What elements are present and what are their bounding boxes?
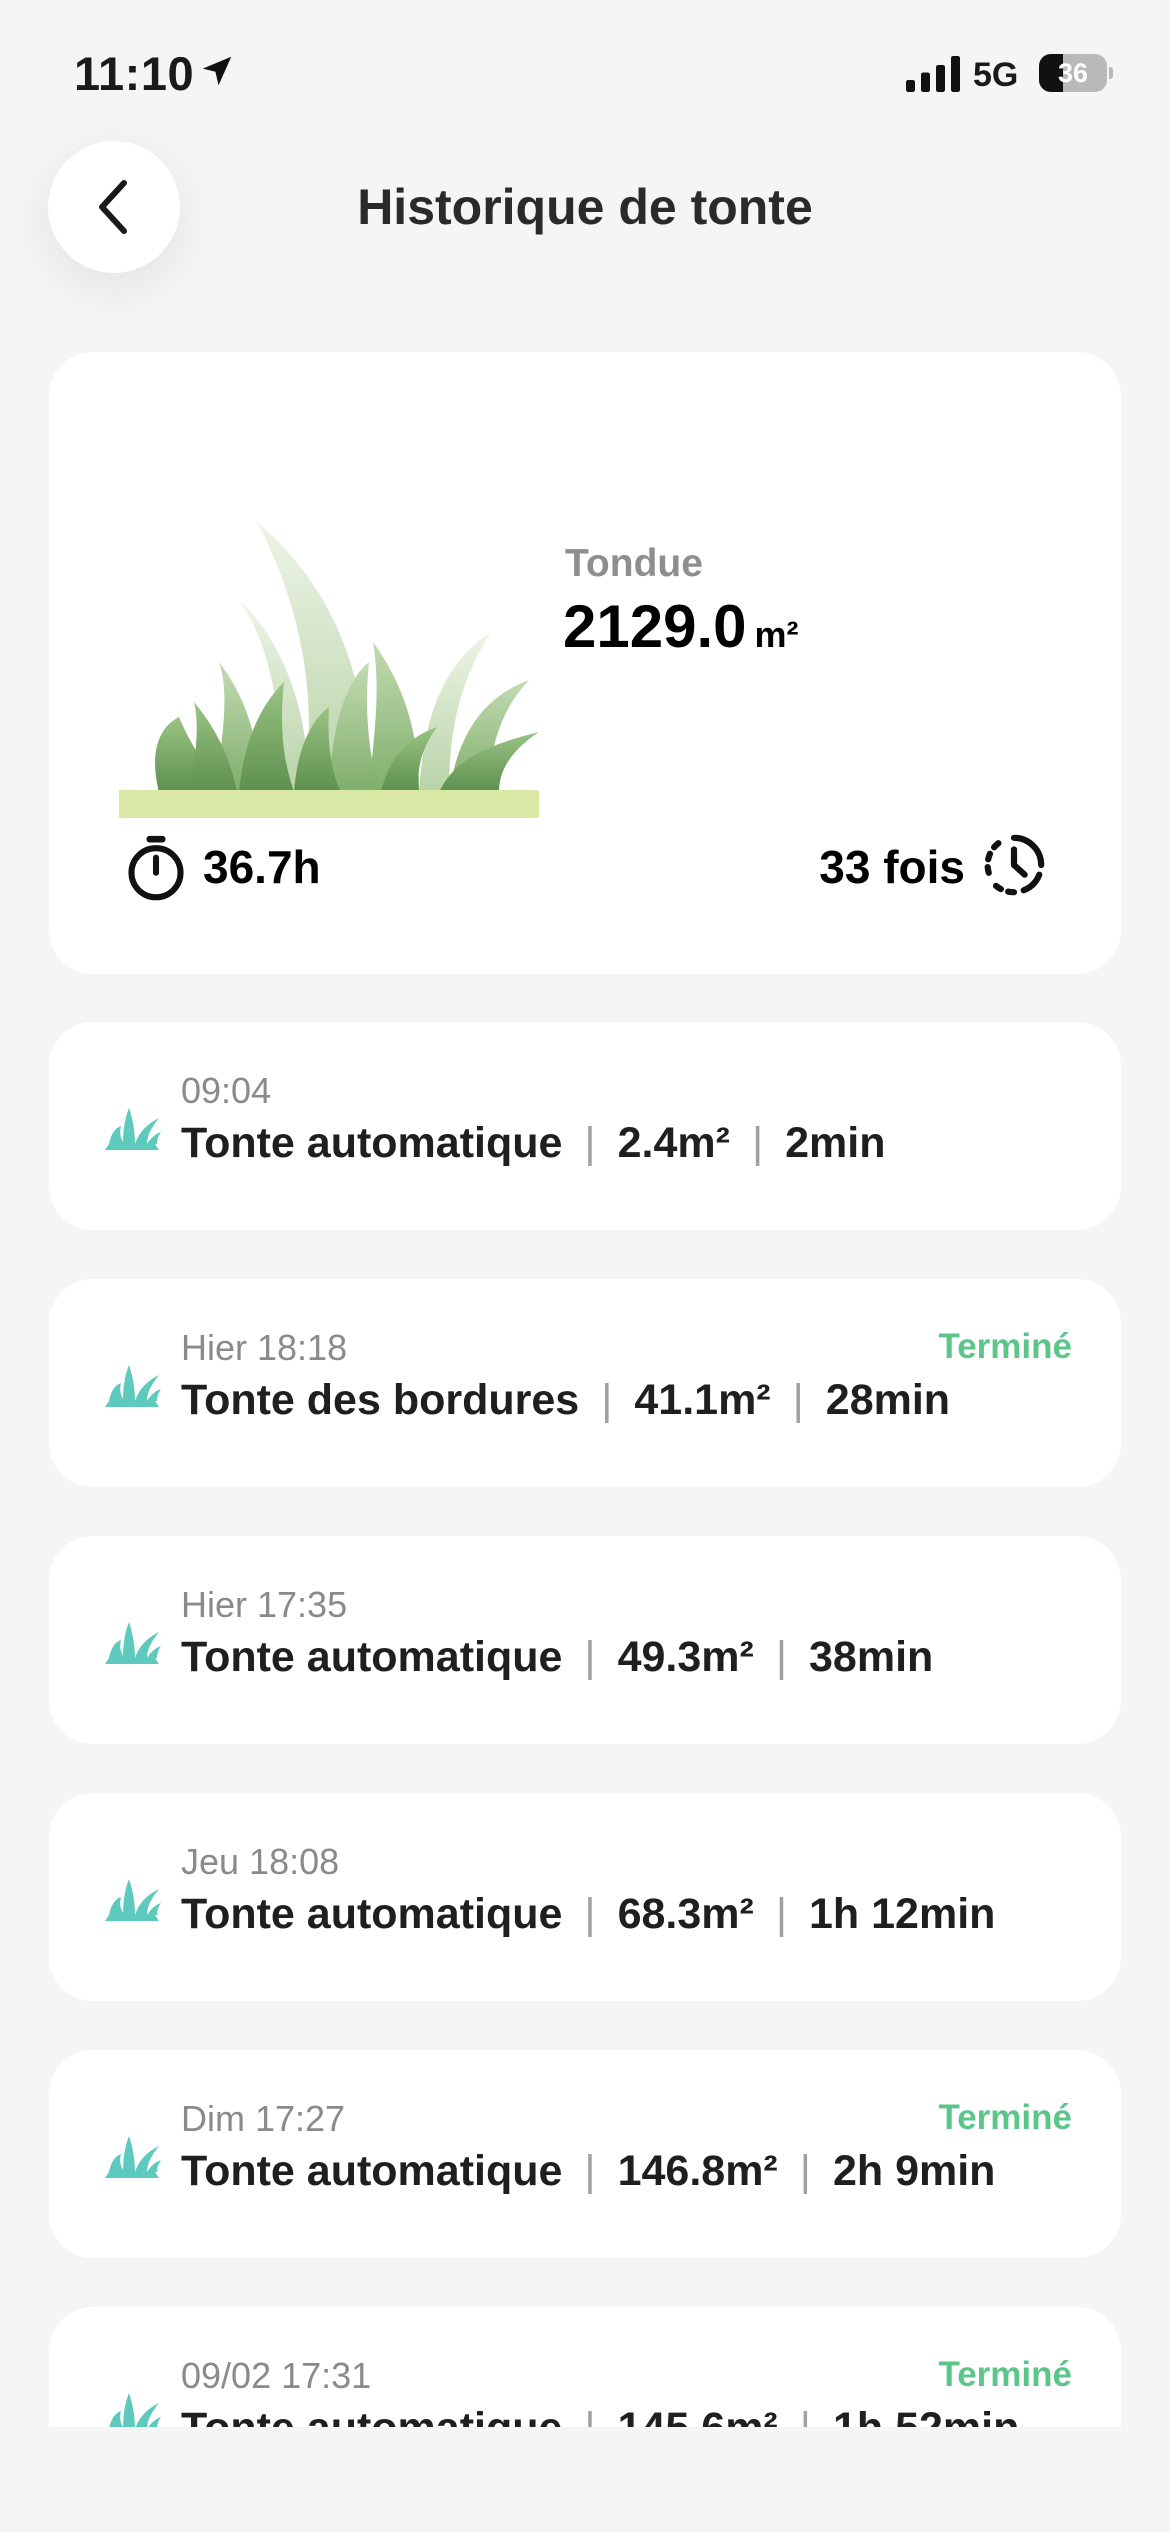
separator: | — [751, 1119, 764, 1167]
status-time: 11:10 — [74, 47, 195, 100]
history-item-details: Tonte automatique | 2.4m² | 2min — [181, 1119, 885, 1168]
history-item-details: Tonte des bordures | 41.1m² | 28min — [181, 1376, 950, 1425]
history-item-details: Tonte automatique | 68.3m² | 1h 12min — [181, 1890, 995, 1939]
battery-cap — [1109, 67, 1113, 79]
status-bar: 11:10 5G 36 — [0, 0, 1170, 150]
mowing-session-count: 33 fois — [819, 841, 965, 893]
history-item-duration: 28min — [825, 1376, 951, 1424]
separator: | — [775, 1890, 788, 1938]
history-item-time: 09/02 17:31 — [181, 2355, 372, 2396]
separator: | — [792, 1376, 804, 1424]
history-item-mode: Tonte automatique — [181, 2147, 563, 2195]
separator: | — [601, 1376, 613, 1424]
grass-icon — [105, 1108, 161, 1150]
history-item-time: 09:04 — [181, 1070, 272, 1111]
history-item-details: Tonte automatique | 146.8m² | 2h 9min — [181, 2147, 995, 2196]
history-item-time: Hier 17:35 — [181, 1584, 348, 1625]
history-item[interactable]: Jeu 18:08 Tonte automatique | 68.3m² | 1h 12m… — [49, 1793, 1121, 2001]
total-mowing-time: 36.7h — [203, 841, 321, 893]
history-item-mode: Tonte automatique — [181, 1119, 563, 1167]
history-item-mode: Tonte automatique — [181, 2404, 562, 2427]
separator: | — [584, 1633, 596, 1681]
history-item-status: Terminé — [938, 1327, 1072, 1366]
history-item-area: 68.3m² — [617, 1890, 754, 1938]
grass-icon — [105, 1879, 161, 1921]
history-item-duration: 1h 52min — [833, 2404, 1019, 2427]
grass-icon — [105, 1365, 161, 1407]
battery-label: 36 — [1057, 58, 1089, 88]
mowed-area-value: 2129.0 m² — [563, 592, 799, 661]
grass-illustration — [119, 522, 539, 818]
history-item-area: 41.1m² — [634, 1376, 771, 1424]
history-item-time: Dim 17:27 — [181, 2098, 346, 2139]
history-item-time: Jeu 18:08 — [181, 1841, 340, 1882]
history-item-area: 146.8m² — [617, 2147, 778, 2195]
history-item-area: 49.3m² — [617, 1633, 754, 1681]
history-item-duration: 1h 12min — [809, 1890, 996, 1938]
grass-icon — [105, 1622, 161, 1664]
history-item-status: Terminé — [938, 2098, 1072, 2137]
history-item[interactable]: Hier 17:35 Tonte automatique | 49.3m² | 38min — [49, 1536, 1121, 1744]
grass-icon — [109, 2393, 161, 2427]
battery-icon: 36 — [1039, 54, 1113, 92]
history-item-duration: 38min — [809, 1633, 934, 1681]
history-item-duration: 2min — [785, 1119, 886, 1167]
history-item-mode: Tonte des bordures — [181, 1376, 580, 1424]
history-item-mode: Tonte automatique — [181, 1633, 563, 1681]
history-item-duration: 2h 9min — [832, 2147, 996, 2195]
separator: | — [584, 2147, 596, 2195]
location-arrow-icon — [202, 56, 232, 86]
history-list: 09:04 Tonte automatique | 2.4m² | 2min Hier 18… — [49, 1022, 1121, 2427]
cellular-signal-icon — [906, 56, 960, 92]
separator: | — [584, 1119, 596, 1167]
history-item-mode: Tonte automatique — [181, 1890, 563, 1938]
separator: | — [799, 2147, 811, 2195]
stopwatch-icon — [128, 835, 184, 901]
history-item-time: Hier 18:18 — [181, 1327, 348, 1368]
grass-icon — [105, 2136, 161, 2178]
history-item-area: 2.4m² — [617, 1119, 730, 1167]
history-item-area: 145.6m² — [618, 2404, 778, 2427]
history-item-details: Tonte automatique | 145.6m² | 1h 52min — [181, 2404, 1019, 2427]
separator: | — [584, 1890, 596, 1938]
separator: | — [800, 2404, 811, 2427]
history-item[interactable]: Dim 17:27 Terminé Tonte automatique | 146.8m… — [49, 2050, 1121, 2258]
page-title: Historique de tonte — [357, 179, 813, 235]
network-label: 5G — [973, 56, 1019, 94]
summary-card: Tondue 2129.0 m² 36.7h 33 fois — [49, 352, 1121, 974]
mowed-area-unit: m² — [754, 614, 799, 655]
screen: 11:10 5G 36 Historique de tonte Tondue 2… — [0, 0, 1170, 2532]
separator: | — [775, 1633, 788, 1681]
separator: | — [584, 2404, 595, 2427]
mowed-area-label: Tondue — [565, 542, 703, 585]
history-item-details: Tonte automatique | 49.3m² | 38min — [181, 1633, 933, 1682]
history-item-status: Terminé — [938, 2355, 1072, 2394]
history-item[interactable]: 09/02 17:31 Terminé Tonte automatique | 145.… — [49, 2307, 1121, 2427]
history-item[interactable]: 09:04 Tonte automatique | 2.4m² | 2min — [49, 1022, 1121, 1230]
history-item[interactable]: Hier 18:18 Terminé Tonte des bordures | 41.1… — [49, 1279, 1121, 1487]
mowed-area-number: 2129.0 — [563, 593, 747, 660]
clock-history-icon — [984, 834, 1045, 896]
